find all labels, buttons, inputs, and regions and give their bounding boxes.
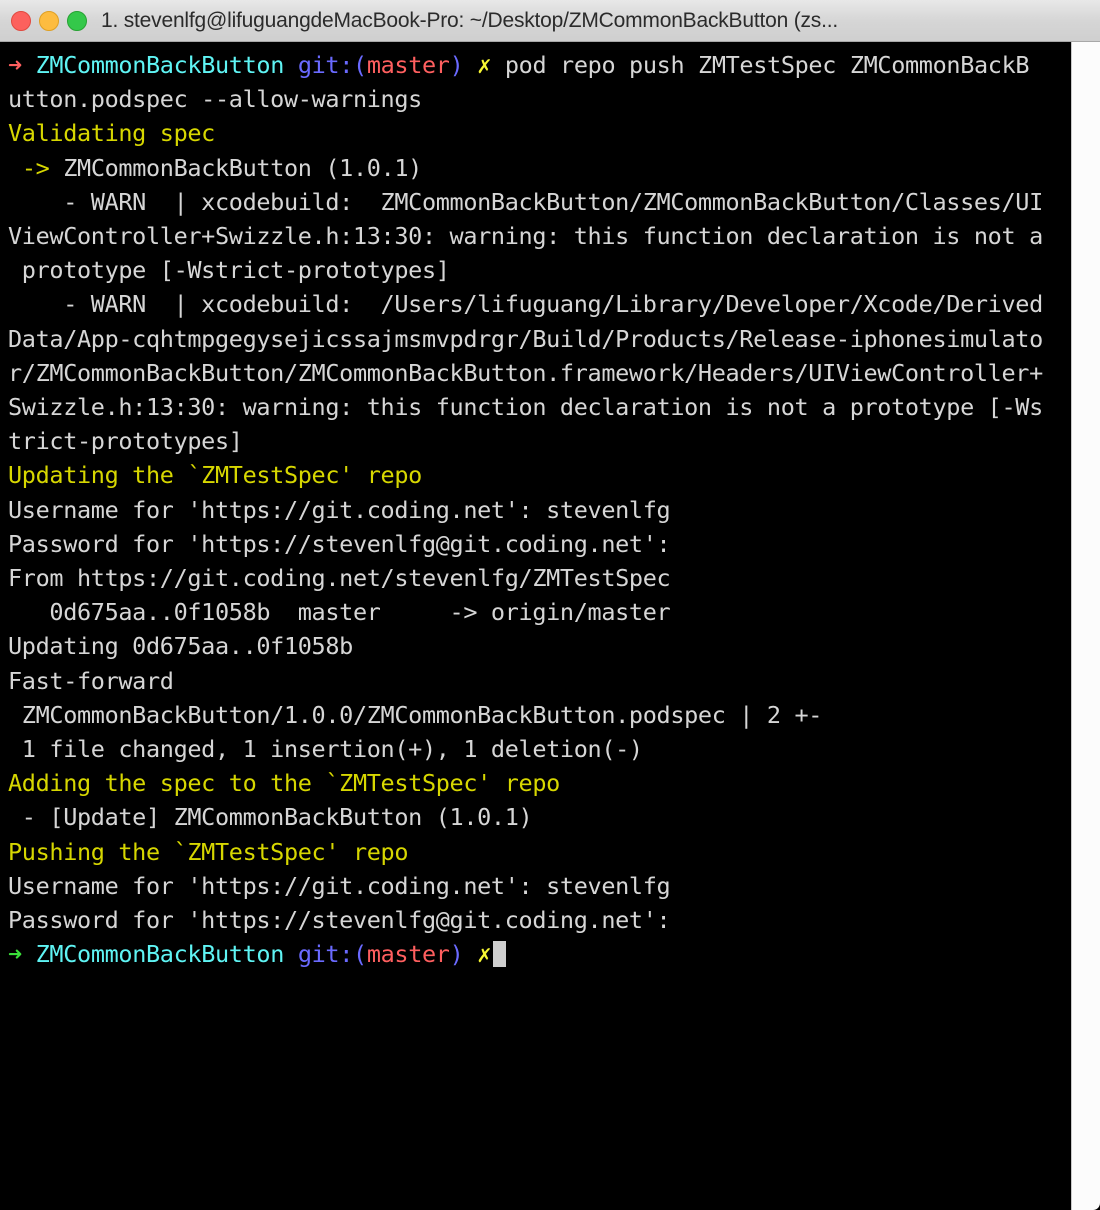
prompt-dirty-icon-last: ✗ bbox=[477, 940, 492, 969]
output-warn-2a: - WARN | xcodebuild: /Users/lifuguang/Li… bbox=[8, 290, 1043, 319]
prompt-repo-last: ZMCommonBackButton bbox=[35, 940, 285, 969]
output-diff-stat: 1 file changed, 1 insertion(+), 1 deleti… bbox=[8, 735, 643, 764]
output-validating-spec: Validating spec bbox=[8, 119, 215, 148]
prompt-arrow-icon-last: ➜ bbox=[8, 940, 22, 969]
output-username-1: Username for 'https://git.coding.net': s… bbox=[8, 495, 671, 524]
output-warn-2c: r/ZMCommonBackButton/ZMCommonBackButton.… bbox=[8, 358, 1043, 387]
close-button-icon[interactable] bbox=[11, 10, 31, 31]
prompt-line-first: ➜ ZMCommonBackButton git:(master) ✗ pod … bbox=[8, 48, 1071, 82]
output-spec-line: -> ZMCommonBackButton (1.0.1) bbox=[8, 151, 1071, 185]
zoom-button-icon[interactable] bbox=[67, 10, 87, 31]
spec-arrow-marker: -> bbox=[21, 153, 50, 182]
output-fast-forward: Fast-forward bbox=[8, 666, 174, 695]
prompt-git-suffix-last: ) bbox=[449, 940, 464, 969]
prompt-arrow-icon: ➜ bbox=[8, 51, 22, 79]
output-warn-1b: ViewController+Swizzle.h:13:30: warning:… bbox=[8, 222, 1043, 251]
output-warn-2e: trict-prototypes] bbox=[8, 427, 243, 456]
output-from-remote: From https://git.coding.net/stevenlfg/ZM… bbox=[8, 564, 671, 593]
command-text: pod repo push ZMTestSpec ZMCommonBackB bbox=[504, 51, 1030, 79]
spec-name-text: ZMCommonBackButton (1.0.1) bbox=[49, 153, 422, 182]
text-cursor bbox=[493, 941, 507, 968]
terminal-screen[interactable]: ➜ ZMCommonBackButton git:(master) ✗ pod … bbox=[0, 42, 1071, 1210]
prompt-repo: ZMCommonBackButton bbox=[35, 51, 285, 79]
window-title: 1. stevenlfg@lifuguangdeMacBook-Pro: ~/D… bbox=[101, 8, 839, 32]
prompt-git-prefix-last: git:( bbox=[297, 940, 367, 969]
terminal-window: 1. stevenlfg@lifuguangdeMacBook-Pro: ~/D… bbox=[0, 0, 1100, 1210]
prompt-git-prefix: git:( bbox=[297, 51, 367, 79]
output-updating-hash: Updating 0d675aa..0f1058b bbox=[8, 632, 353, 661]
prompt-branch: master bbox=[366, 51, 450, 79]
output-update-entry: - [Update] ZMCommonBackButton (1.0.1) bbox=[8, 803, 533, 832]
terminal-scrollbar[interactable] bbox=[1071, 42, 1100, 1210]
window-titlebar[interactable]: 1. stevenlfg@lifuguangdeMacBook-Pro: ~/D… bbox=[0, 0, 1100, 42]
output-password-1: Password for 'https://stevenlfg@git.codi… bbox=[8, 529, 671, 558]
output-password-2: Password for 'https://stevenlfg@git.codi… bbox=[8, 906, 671, 935]
output-ref-update: 0d675aa..0f1058b master -> origin/master bbox=[8, 598, 671, 627]
prompt-git-suffix: ) bbox=[449, 51, 464, 79]
output-username-2: Username for 'https://git.coding.net': s… bbox=[8, 871, 671, 900]
output-warn-2b: Data/App-cqhtmpgegysejicssajmsmvpdrgr/Bu… bbox=[8, 324, 1043, 353]
command-wrap-line: utton.podspec --allow-warnings bbox=[8, 85, 422, 114]
window-controls bbox=[11, 10, 87, 31]
terminal-body: ➜ ZMCommonBackButton git:(master) ✗ pod … bbox=[0, 42, 1100, 1210]
prompt-line-last[interactable]: ➜ ZMCommonBackButton git:(master) ✗ bbox=[8, 937, 1071, 971]
output-warn-2d: Swizzle.h:13:30: warning: this function … bbox=[8, 393, 1043, 422]
prompt-branch-last: master bbox=[366, 940, 450, 969]
output-warn-1c: prototype [-Wstrict-prototypes] bbox=[8, 256, 450, 285]
output-diff-file: ZMCommonBackButton/1.0.0/ZMCommonBackBut… bbox=[8, 700, 823, 729]
minimize-button-icon[interactable] bbox=[39, 10, 59, 31]
output-adding-spec: Adding the spec to the `ZMTestSpec' repo bbox=[8, 769, 560, 798]
output-warn-1a: - WARN | xcodebuild: ZMCommonBackButton/… bbox=[8, 187, 1043, 216]
prompt-dirty-icon: ✗ bbox=[477, 51, 492, 79]
output-pushing-repo: Pushing the `ZMTestSpec' repo bbox=[8, 837, 409, 866]
output-updating-repo: Updating the `ZMTestSpec' repo bbox=[8, 461, 422, 490]
